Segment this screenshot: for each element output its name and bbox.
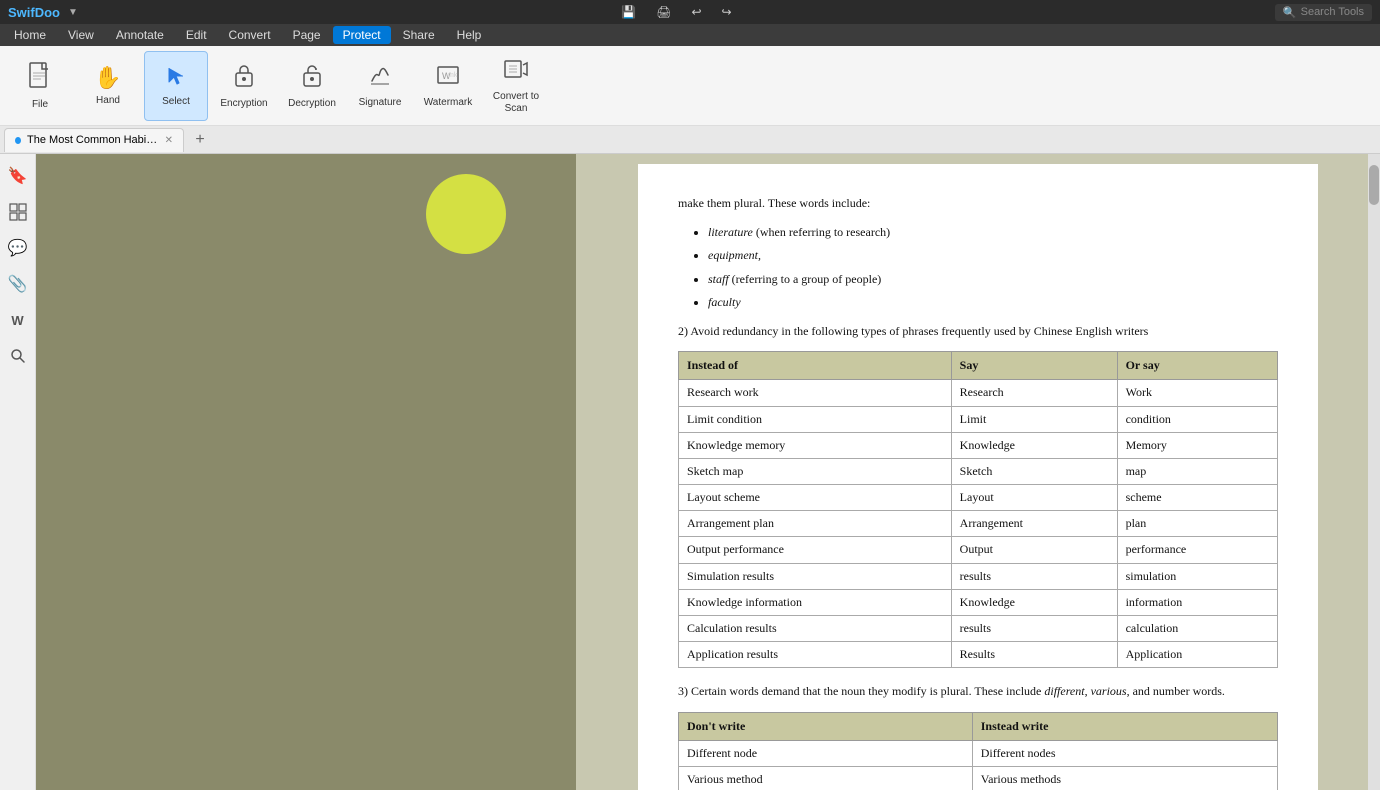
menu-help[interactable]: Help xyxy=(447,26,492,44)
left-sidebar: 🔖 💬 📎 W xyxy=(0,154,36,790)
document-area[interactable]: make them plural. These words include: l… xyxy=(576,154,1380,790)
scrollbar[interactable] xyxy=(1368,154,1380,790)
watermark-label: Watermark xyxy=(424,97,473,109)
decryption-icon xyxy=(301,62,323,94)
section3-text: 3) Certain words demand that the noun th… xyxy=(678,682,1278,701)
menu-view[interactable]: View xyxy=(58,26,104,44)
table-row: Layout schemeLayoutscheme xyxy=(679,485,1278,511)
table-row: Application resultsResultsApplication xyxy=(679,642,1278,668)
app-logo: SwifDoo xyxy=(8,5,60,20)
table-row: Knowledge memoryKnowledgeMemory xyxy=(679,432,1278,458)
print-btn[interactable]: 🖨 xyxy=(656,5,671,19)
table-row: Various methodVarious methods xyxy=(679,766,1278,790)
bullet-list: literature (when referring to research) … xyxy=(708,223,1278,312)
plural-table: Don't write Instead write Different node… xyxy=(678,712,1278,790)
save-btn[interactable]: 💾 xyxy=(621,5,636,19)
bullet-2: equipment, xyxy=(708,246,1278,265)
search-icon: 🔍 xyxy=(1283,6,1297,19)
bullet-3: staff (referring to a group of people) xyxy=(708,270,1278,289)
table-row: Research workResearchWork xyxy=(679,380,1278,406)
table-row: Output performanceOutputperformance xyxy=(679,537,1278,563)
signature-icon xyxy=(368,63,392,93)
document-content: make them plural. These words include: l… xyxy=(638,164,1318,790)
table-row: Arrangement planArrangementplan xyxy=(679,511,1278,537)
convert-to-scan-icon xyxy=(503,57,529,87)
tab-modified-indicator xyxy=(15,137,21,144)
scrollbar-thumb[interactable] xyxy=(1369,165,1379,205)
decryption-label: Decryption xyxy=(288,98,336,110)
tab-bar: The Most Common Habits fro... ✕ + xyxy=(0,126,1380,154)
select-tool[interactable]: Select xyxy=(144,51,208,121)
table-row: Calculation resultsresultscalculation xyxy=(679,616,1278,642)
menu-home[interactable]: Home xyxy=(4,26,56,44)
svg-text:mk: mk xyxy=(448,72,458,79)
search-tools-label[interactable]: Search Tools xyxy=(1301,6,1364,18)
convert-to-scan-label: Convert to Scan xyxy=(488,91,544,115)
signature-tool[interactable]: Signature xyxy=(348,51,412,121)
tab-label: The Most Common Habits fro... xyxy=(27,134,159,146)
bullet-4: faculty xyxy=(708,293,1278,312)
yellow-circle-annotation xyxy=(426,174,506,254)
sidebar-word-icon[interactable]: W xyxy=(4,306,32,334)
col-say: Say xyxy=(951,352,1117,380)
sidebar-bookmark-icon[interactable]: 🔖 xyxy=(4,162,32,190)
new-tab-btn[interactable]: + xyxy=(188,128,212,152)
encryption-tool[interactable]: Encryption xyxy=(212,51,276,121)
convert-to-scan-tool[interactable]: Convert to Scan xyxy=(484,51,548,121)
section2-heading: 2) Avoid redundancy in the following typ… xyxy=(678,322,1278,341)
table-row: Limit conditionLimitcondition xyxy=(679,406,1278,432)
select-label: Select xyxy=(162,96,190,108)
sidebar-comments-icon[interactable]: 💬 xyxy=(4,234,32,262)
table-row: Sketch mapSketchmap xyxy=(679,458,1278,484)
col-instead-write: Instead write xyxy=(972,712,1277,740)
table-row: Knowledge informationKnowledgeinformatio… xyxy=(679,589,1278,615)
table-row: Simulation resultsresultssimulation xyxy=(679,563,1278,589)
hand-icon: ✋ xyxy=(94,65,121,91)
encryption-label: Encryption xyxy=(220,98,267,110)
sidebar-attachments-icon[interactable]: 📎 xyxy=(4,270,32,298)
bullet-1: literature (when referring to research) xyxy=(708,223,1278,242)
title-bar: SwifDoo ▼ 💾 🖨 ↩ ↪ 🔍 Search Tools xyxy=(0,0,1380,24)
file-tool[interactable]: File xyxy=(8,51,72,121)
menu-page[interactable]: Page xyxy=(283,26,331,44)
menu-annotate[interactable]: Annotate xyxy=(106,26,174,44)
document-tab[interactable]: The Most Common Habits fro... ✕ xyxy=(4,128,184,152)
sidebar-search-icon[interactable] xyxy=(4,342,32,370)
select-icon xyxy=(165,64,187,92)
decryption-tool[interactable]: Decryption xyxy=(280,51,344,121)
menu-share[interactable]: Share xyxy=(393,26,445,44)
col-or-say: Or say xyxy=(1117,352,1277,380)
watermark-icon: Wmk xyxy=(436,63,460,93)
redo-btn[interactable]: ↪ xyxy=(722,5,732,19)
col-instead-of: Instead of xyxy=(679,352,952,380)
col-dont-write: Don't write xyxy=(679,712,973,740)
main-area: 🔖 💬 📎 W make them plural. These words in… xyxy=(0,154,1380,790)
menu-bar: Home View Annotate Edit Convert Page Pro… xyxy=(0,24,1380,46)
file-icon xyxy=(28,61,52,95)
toolbar: File ✋ Hand Select Encryption Decryption… xyxy=(0,46,1380,126)
hand-label: Hand xyxy=(96,95,120,107)
menu-convert[interactable]: Convert xyxy=(219,26,281,44)
redundancy-table: Instead of Say Or say Research workResea… xyxy=(678,351,1278,668)
sidebar-pages-icon[interactable] xyxy=(4,198,32,226)
intro-text: make them plural. These words include: xyxy=(678,194,1278,213)
tab-close-btn[interactable]: ✕ xyxy=(165,135,173,146)
dropdown-icon[interactable]: ▼ xyxy=(68,7,78,18)
page-panel xyxy=(36,154,576,790)
file-label: File xyxy=(32,99,48,111)
undo-btn[interactable]: ↩ xyxy=(691,5,701,19)
table-row: Different nodeDifferent nodes xyxy=(679,740,1278,766)
watermark-tool[interactable]: Wmk Watermark xyxy=(416,51,480,121)
menu-protect[interactable]: Protect xyxy=(333,26,391,44)
signature-label: Signature xyxy=(359,97,402,109)
hand-tool[interactable]: ✋ Hand xyxy=(76,51,140,121)
menu-edit[interactable]: Edit xyxy=(176,26,217,44)
encryption-icon xyxy=(233,62,255,94)
